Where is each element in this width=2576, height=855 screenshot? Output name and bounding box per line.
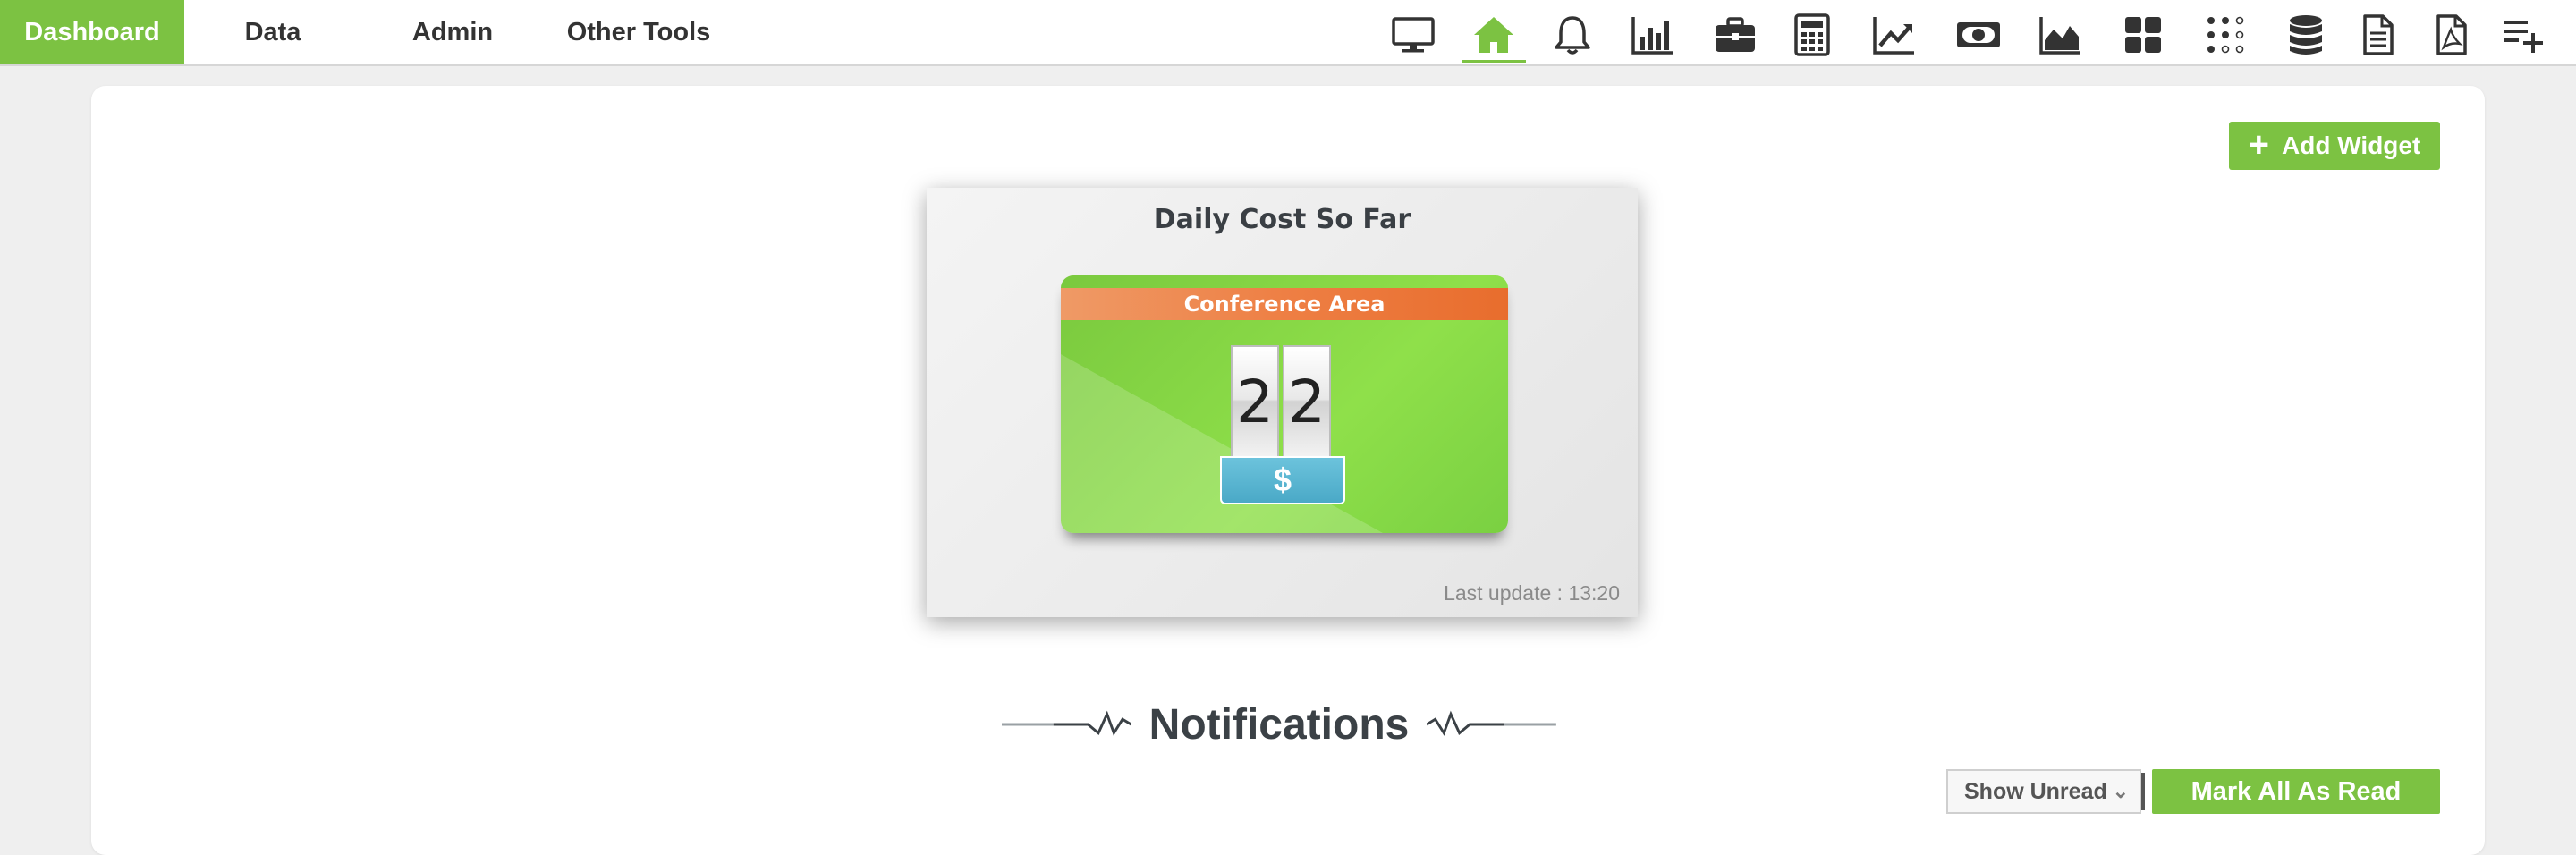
cost-counter: 2 2	[1231, 345, 1331, 458]
document-icon[interactable]	[2342, 7, 2413, 63]
pdf-icon[interactable]	[2415, 7, 2487, 63]
tab-dashboard[interactable]: Dashboard	[0, 0, 184, 64]
daily-cost-widget[interactable]: Daily Cost So Far Conference Area 2 2 $ …	[927, 188, 1638, 617]
money-icon[interactable]	[1943, 7, 2014, 63]
bar-chart-icon[interactable]	[1617, 7, 1689, 63]
counter-digit: 2	[1231, 345, 1279, 458]
home-icon[interactable]	[1458, 7, 1530, 63]
area-label: Conference Area	[1061, 288, 1508, 320]
notification-filter-select[interactable]: Show Unread ⌄	[1946, 769, 2145, 814]
chevron-down-icon: ⌄	[2112, 780, 2129, 802]
notifications-heading: Notifications	[1002, 696, 1556, 753]
counter-digit: 2	[1283, 345, 1331, 458]
currency-symbol: $	[1220, 456, 1345, 504]
database-icon[interactable]	[2270, 7, 2342, 63]
last-update-text: Last update : 13:20	[1444, 581, 1620, 605]
heartbeat-left-icon	[1002, 710, 1131, 736]
plus-icon: +	[2248, 124, 2270, 165]
cost-card: Conference Area 2 2 $	[1061, 275, 1508, 533]
tab-admin[interactable]: Admin	[399, 0, 506, 64]
notifications-title: Notifications	[1148, 700, 1410, 749]
top-navigation-bar: Dashboard Data Admin Other Tools	[0, 0, 2576, 66]
heartbeat-right-icon	[1427, 710, 1556, 736]
area-chart-icon[interactable]	[2025, 7, 2097, 63]
tab-data[interactable]: Data	[222, 0, 324, 64]
bell-icon[interactable]	[1537, 7, 1608, 63]
tab-other-tools[interactable]: Other Tools	[551, 0, 726, 64]
widget-title: Daily Cost So Far	[1153, 204, 1411, 235]
calculator-icon[interactable]	[1776, 7, 1848, 63]
grid-icon[interactable]	[2107, 7, 2179, 63]
mark-all-read-button[interactable]: Mark All As Read	[2152, 769, 2440, 814]
add-widget-label: Add Widget	[2282, 131, 2421, 159]
dots-grid-icon[interactable]	[2190, 7, 2261, 63]
filter-selected-label: Show Unread	[1964, 779, 2107, 804]
briefcase-icon[interactable]	[1699, 7, 1771, 63]
add-widget-button[interactable]: + Add Widget	[2229, 122, 2440, 170]
monitor-icon[interactable]	[1377, 7, 1449, 63]
add-list-icon[interactable]	[2488, 7, 2560, 63]
trend-line-icon[interactable]	[1859, 7, 1930, 63]
